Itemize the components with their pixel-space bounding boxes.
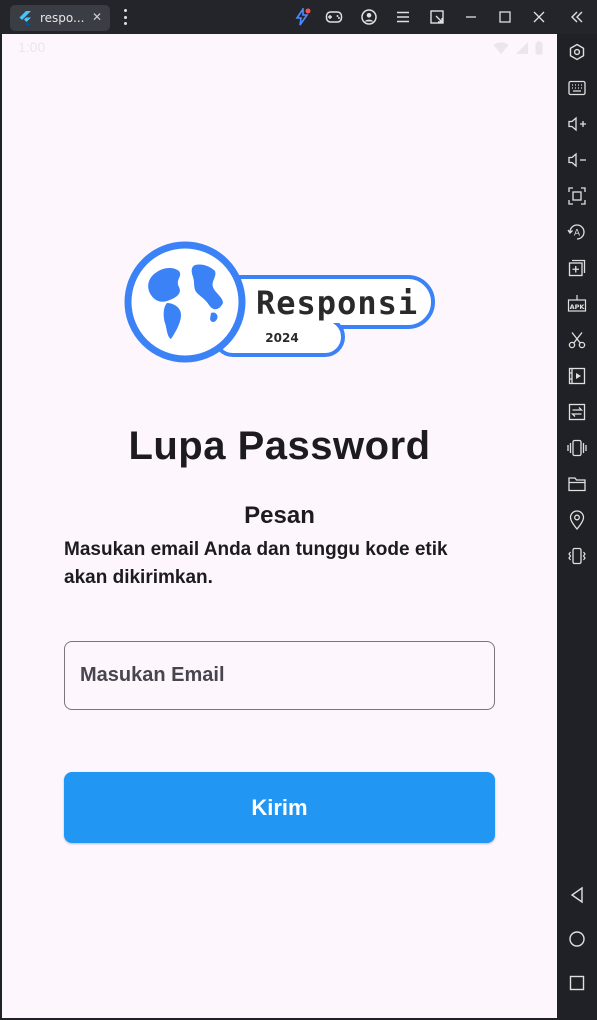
minimize-icon[interactable]	[461, 7, 481, 27]
logo-year: 2024	[265, 331, 298, 345]
logo-brand: Responsi	[256, 284, 418, 322]
back-icon[interactable]	[566, 884, 588, 906]
location-icon[interactable]	[566, 509, 588, 531]
apk-icon[interactable]: APK	[566, 293, 588, 315]
responsi-logo: Responsi 2024	[124, 241, 435, 363]
app-tab[interactable]: respo... ✕	[10, 5, 110, 31]
settings-icon[interactable]	[566, 41, 588, 63]
cut-icon[interactable]	[566, 329, 588, 351]
keyboard-icon[interactable]	[566, 77, 588, 99]
tab-title: respo...	[40, 11, 85, 25]
flash-icon[interactable]	[292, 7, 312, 27]
phone-screen: 1:00 Responsi 2024 Lupa Password Pesan M…	[2, 34, 557, 1018]
submit-button[interactable]: Kirim	[64, 772, 495, 843]
page-title: Lupa Password	[128, 424, 431, 468]
email-placeholder: Masukan Email	[80, 664, 225, 686]
export-window-icon[interactable]	[427, 7, 447, 27]
collapse-icon[interactable]	[567, 7, 587, 27]
folder-icon[interactable]	[566, 473, 588, 495]
submit-button-label: Kirim	[251, 794, 308, 820]
message-body: Masukan email Anda dan tunggu kode etik …	[64, 539, 448, 588]
shake-icon[interactable]	[566, 437, 588, 459]
close-icon[interactable]	[529, 7, 549, 27]
message-heading: Pesan	[244, 502, 315, 529]
signal-icon	[515, 40, 529, 59]
tab-close-icon[interactable]: ✕	[90, 10, 104, 24]
status-bar: 1:00	[2, 34, 557, 62]
add-window-icon[interactable]	[566, 257, 588, 279]
battery-icon	[535, 40, 543, 59]
svg-text:A: A	[574, 229, 581, 239]
screenshot-icon[interactable]	[566, 185, 588, 207]
video-icon[interactable]	[566, 365, 588, 387]
transfer-icon[interactable]	[566, 401, 588, 423]
account-icon[interactable]	[359, 7, 379, 27]
gamepad-icon[interactable]	[324, 7, 344, 27]
flutter-icon	[18, 11, 32, 25]
svg-text:APK: APK	[570, 303, 586, 311]
volume-down-icon[interactable]	[566, 149, 588, 171]
emulator-sidebar: A APK	[557, 34, 597, 1020]
wifi-icon	[493, 40, 509, 59]
more-options-icon[interactable]	[119, 8, 131, 26]
emulator-title-bar: respo... ✕	[0, 0, 597, 34]
maximize-icon[interactable]	[495, 7, 515, 27]
rotate-icon[interactable]: A	[566, 221, 588, 243]
status-time: 1:00	[18, 39, 46, 55]
email-field[interactable]: Masukan Email	[64, 641, 495, 710]
menu-icon[interactable]	[393, 7, 413, 27]
recents-icon[interactable]	[566, 972, 588, 994]
volume-up-icon[interactable]	[566, 113, 588, 135]
vibrate-icon[interactable]	[566, 545, 588, 567]
home-icon[interactable]	[566, 928, 588, 950]
